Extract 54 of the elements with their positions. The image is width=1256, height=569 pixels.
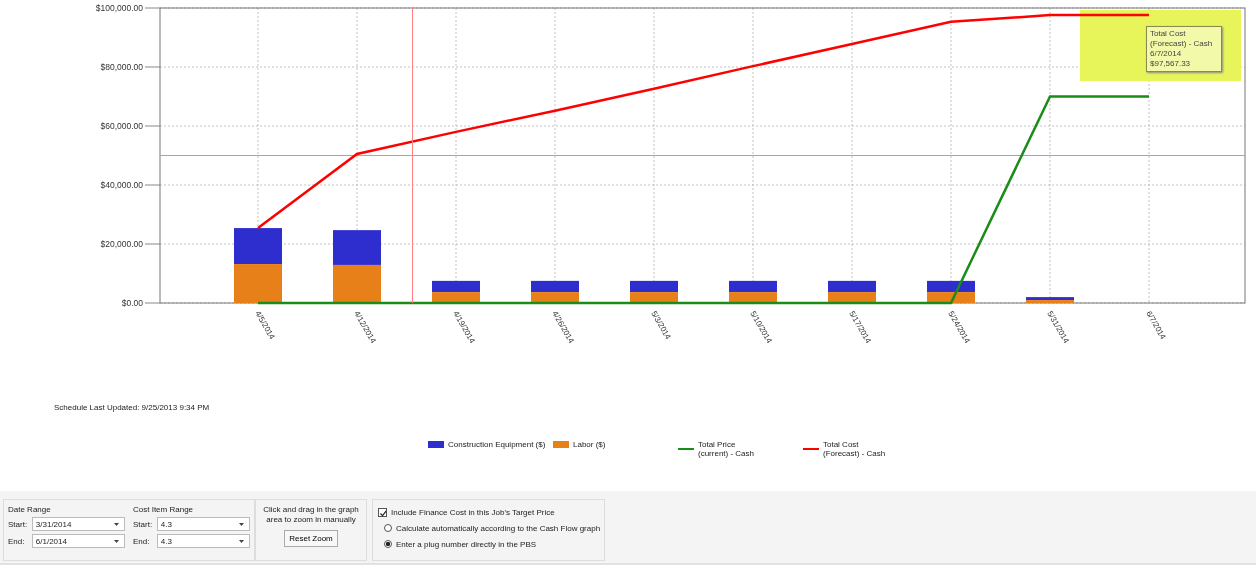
legend-label: Labor ($): [573, 440, 606, 449]
caret-icon: [114, 522, 119, 526]
radio-label: Enter a plug number directly in the PBS: [396, 539, 537, 549]
y-tick-label: $100,000.00: [95, 3, 143, 13]
caret-icon: [239, 522, 244, 526]
bar: [432, 280, 480, 293]
legend-label: Total Cost (Forecast) - Cash: [823, 440, 887, 458]
bar: [234, 228, 282, 265]
bar: [828, 292, 876, 303]
bar: [630, 292, 678, 303]
y-tick-label: $60,000.00: [100, 121, 143, 131]
bar: [531, 280, 579, 293]
bar: [828, 280, 876, 293]
y-tick-label: $80,000.00: [100, 62, 143, 72]
group-title: Cost Item Range: [133, 505, 195, 514]
bar: [927, 280, 975, 293]
y-tick-label: $0.00: [121, 298, 143, 308]
field-label: Start:: [8, 519, 28, 529]
legend-label: Construction Equipment ($): [448, 440, 546, 449]
dropdown-field[interactable]: 4.3: [156, 517, 250, 531]
field-label: Start:: [133, 519, 153, 529]
legend-swatch-icon: [428, 441, 444, 448]
series-label: Total Cost (Forecast) - Cash: [1150, 29, 1214, 49]
dropdown-field[interactable]: 4.3: [156, 534, 250, 548]
tooltip: Total Cost (Forecast) - Cash 6/7/2014 $97,567.33: [1146, 26, 1222, 72]
y-tick-label: $20,000.00: [100, 239, 143, 249]
radio-button[interactable]: [384, 540, 392, 548]
caret-icon: [114, 539, 119, 543]
y-tick-label: $40,000.00: [100, 180, 143, 190]
bar: [333, 230, 381, 265]
field-label: End:: [133, 536, 151, 546]
radio-button[interactable]: [384, 524, 392, 532]
bar: [432, 292, 480, 303]
bar: [729, 280, 777, 293]
zoom-hint: Click and drag in the graph area to zoom in manually: [262, 505, 360, 525]
group-title: Date Range: [8, 505, 52, 514]
bar: [630, 280, 678, 293]
bar: [531, 292, 579, 303]
legend-label: Total Price (current) - Cash: [698, 440, 755, 458]
dropdown-field[interactable]: 3/31/2014: [31, 517, 125, 531]
checkbox-label: Include Finance Cost in this Job's Target Price: [391, 507, 555, 517]
field-label: End:: [8, 536, 26, 546]
legend-swatch-icon: [553, 441, 569, 448]
legend-line-icon: [678, 448, 694, 450]
legend-line-icon: [803, 448, 819, 450]
schedule-updated-text: Schedule Last Updated: 9/25/2013 9:34 PM: [54, 403, 211, 412]
bar: [927, 292, 975, 303]
dropdown-field[interactable]: 6/1/2014: [31, 534, 125, 548]
caret-icon: [239, 539, 244, 543]
bar: [234, 264, 282, 303]
bar: [729, 292, 777, 303]
reset-zoom-button[interactable]: Reset Zoom: [284, 530, 338, 547]
radio-label: Calculate automatically according to the Cash Flow graph: [396, 523, 601, 533]
checkbox[interactable]: [378, 507, 387, 517]
